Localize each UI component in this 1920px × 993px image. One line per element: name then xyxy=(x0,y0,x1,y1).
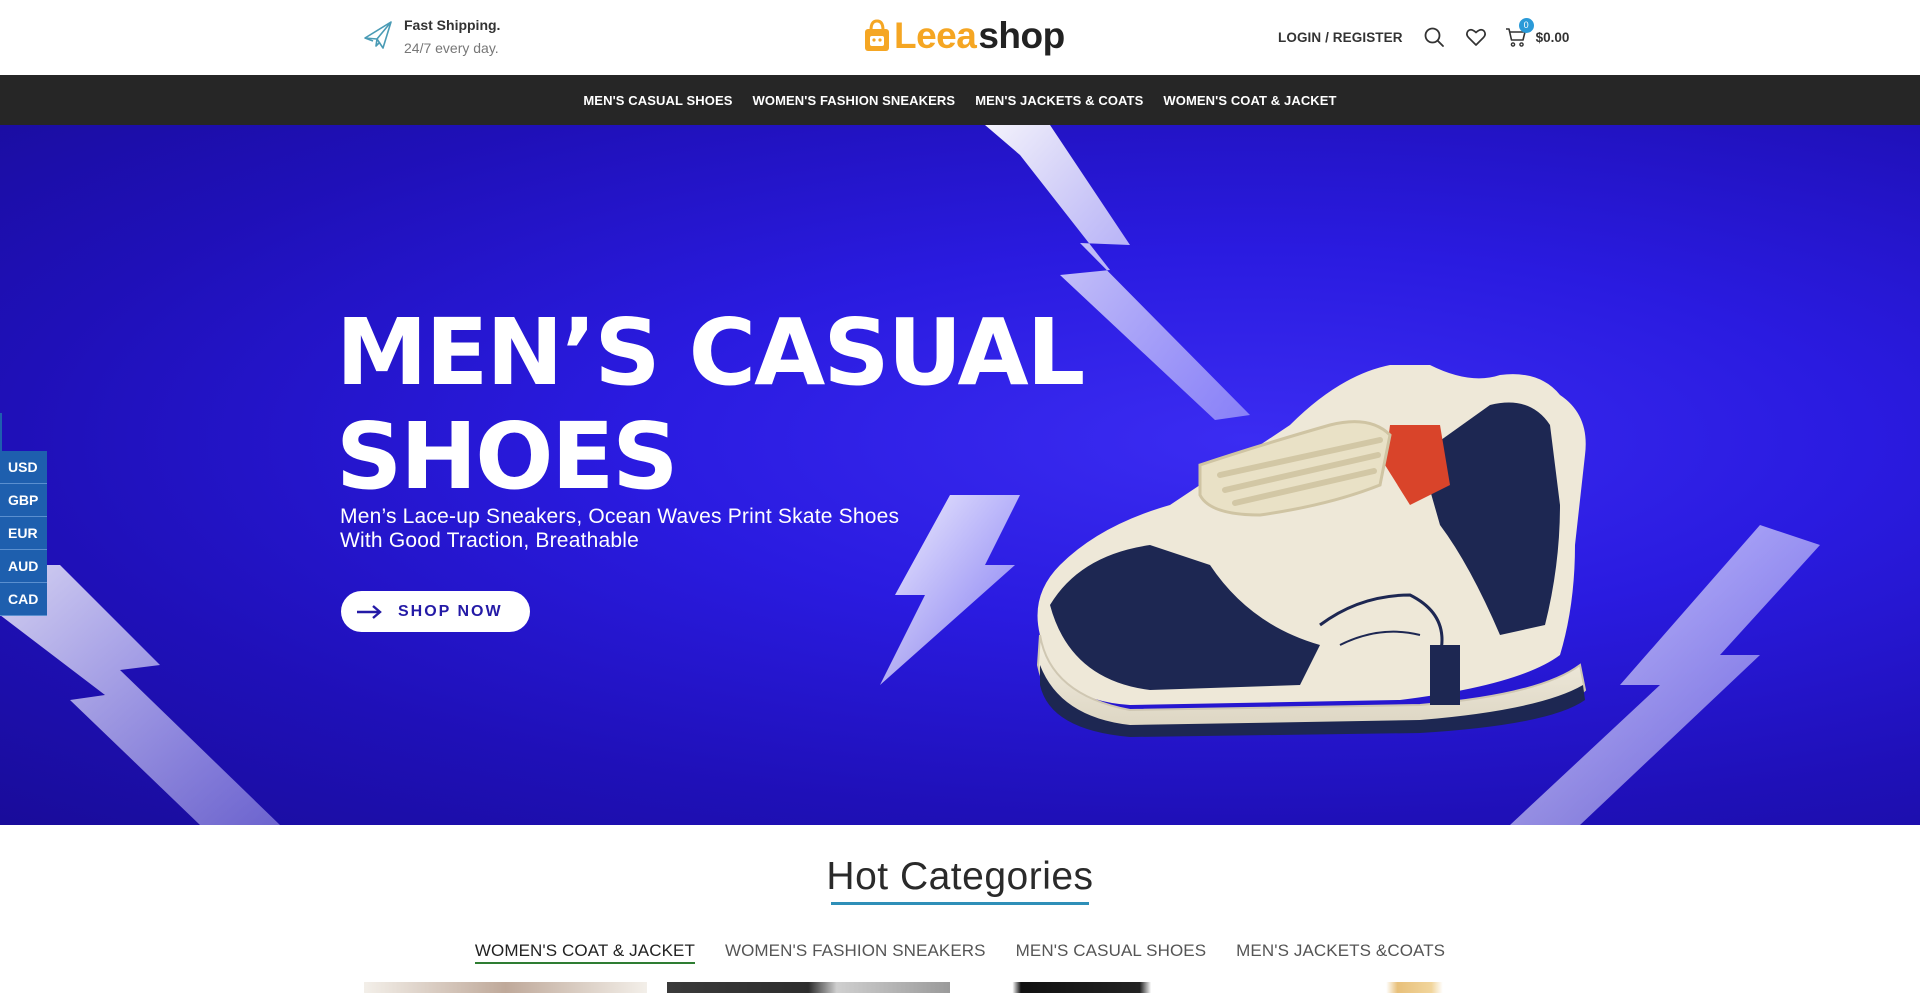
hero-title: MEN’S CASUAL SHOES xyxy=(336,299,1085,510)
category-thumbnail-1[interactable] xyxy=(364,982,647,993)
shipping-subtitle: 24/7 every day. xyxy=(404,40,499,56)
hero-title-line-2: SHOES xyxy=(336,403,679,510)
currency-gbp[interactable]: GBP xyxy=(0,484,47,517)
header-actions: LOGIN / REGISTER 0 $0.00 xyxy=(1278,18,1570,52)
nav-item-womens-fashion-sneakers[interactable]: WOMEN'S FASHION SNEAKERS xyxy=(753,93,956,108)
shop-now-button[interactable]: SHOP NOW xyxy=(341,591,530,632)
main-nav: MEN'S CASUAL SHOES WOMEN'S FASHION SNEAK… xyxy=(0,75,1920,125)
hero-title-line-1: MEN’S CASUAL xyxy=(336,299,1085,406)
tab-mens-jackets-coats[interactable]: MEN'S JACKETS &COATS xyxy=(1236,941,1445,964)
shipping-title: Fast Shipping. xyxy=(404,17,501,33)
hero-subtitle-line-1: Men’s Lace-up Sneakers, Ocean Waves Prin… xyxy=(340,505,900,528)
currency-switcher: USD GBP EUR AUD CAD xyxy=(0,413,47,616)
hero-banner: MEN’S CASUAL SHOES Men’s Lace-up Sneaker… xyxy=(0,125,1920,825)
title-underline xyxy=(831,902,1089,905)
hero-subtitle: Men’s Lace-up Sneakers, Ocean Waves Prin… xyxy=(340,505,899,553)
cart-count-badge: 0 xyxy=(1518,18,1534,33)
nav-item-mens-casual-shoes[interactable]: MEN'S CASUAL SHOES xyxy=(583,93,732,108)
lightning-bolt-middle xyxy=(880,495,1020,685)
heart-icon[interactable] xyxy=(1465,26,1487,48)
category-thumbnail-3[interactable] xyxy=(970,982,1253,993)
shopping-bag-logo-icon xyxy=(865,19,889,51)
currency-eur[interactable]: EUR xyxy=(0,517,47,550)
site-logo[interactable]: Leea shop xyxy=(862,14,1065,58)
search-icon[interactable] xyxy=(1423,26,1445,48)
plane-icon xyxy=(364,21,392,49)
logo-text-shop: shop xyxy=(978,15,1065,56)
sneaker-illustration xyxy=(1036,365,1587,737)
category-thumbnail-4[interactable] xyxy=(1273,982,1556,993)
tab-womens-fashion-sneakers[interactable]: WOMEN'S FASHION SNEAKERS xyxy=(725,941,986,964)
logo-text-leea: Leea xyxy=(894,15,977,56)
category-tabs: WOMEN'S COAT & JACKET WOMEN'S FASHION SN… xyxy=(0,941,1920,964)
shop-now-label: SHOP NOW xyxy=(398,602,503,620)
nav-item-mens-jackets-coats[interactable]: MEN'S JACKETS & COATS xyxy=(975,93,1143,108)
tab-womens-coat-jacket[interactable]: WOMEN'S COAT & JACKET xyxy=(474,941,695,964)
site-header: Fast Shipping. 24/7 every day. Leea shop … xyxy=(0,0,1920,75)
currency-aud[interactable]: AUD xyxy=(0,550,47,583)
hot-categories-title: Hot Categories xyxy=(826,855,1094,898)
category-thumbnail-2[interactable] xyxy=(667,982,950,993)
currency-cad[interactable]: CAD xyxy=(0,583,47,616)
hero-subtitle-line-2: With Good Traction, Breathable xyxy=(340,529,639,552)
login-register-link[interactable]: LOGIN / REGISTER xyxy=(1278,30,1403,45)
currency-switcher-tab[interactable] xyxy=(0,413,2,451)
tab-mens-casual-shoes[interactable]: MEN'S CASUAL SHOES xyxy=(1016,941,1207,964)
nav-item-womens-coat-jacket[interactable]: WOMEN'S COAT & JACKET xyxy=(1163,93,1336,108)
arrow-right-icon xyxy=(357,604,382,619)
shipping-info: Fast Shipping. 24/7 every day. xyxy=(362,16,500,57)
hot-categories-section: Hot Categories WOMEN'S COAT & JACKET WOM… xyxy=(0,825,1920,993)
currency-usd[interactable]: USD xyxy=(0,451,47,484)
cart-total: $0.00 xyxy=(1535,29,1570,45)
cart-button[interactable]: 0 $0.00 xyxy=(1505,18,1570,48)
